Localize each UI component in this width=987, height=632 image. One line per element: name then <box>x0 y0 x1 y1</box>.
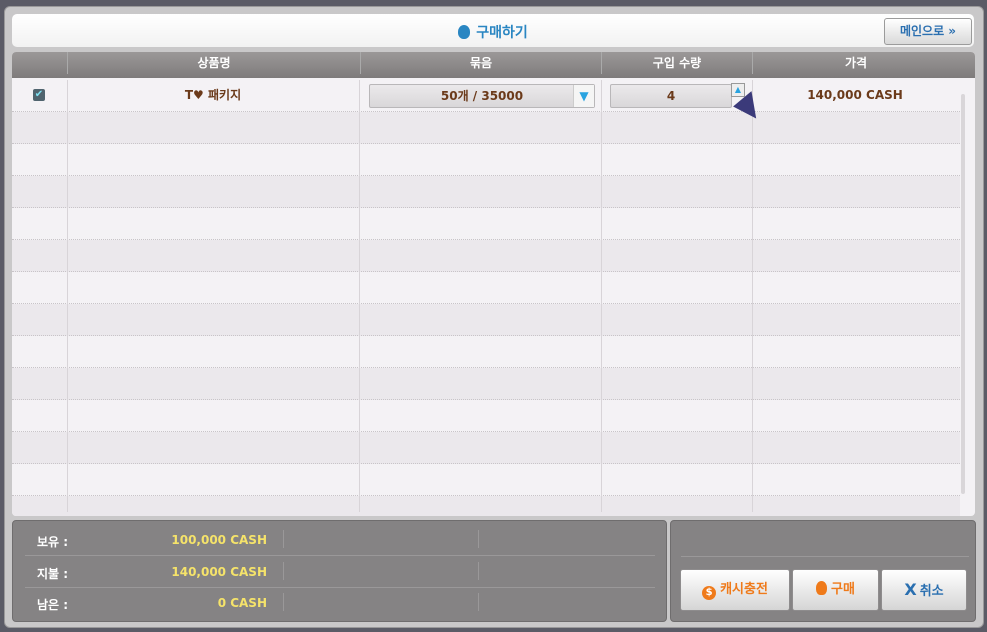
summary-payment: 지불 :140,000 CASH <box>25 556 655 588</box>
col-price: 가격 <box>752 52 959 74</box>
bundle-select[interactable]: 50개 / 35000 ▼ <box>369 84 595 108</box>
quantity-input[interactable]: 4 <box>610 84 732 108</box>
summary-panel: 보유 :100,000 CASH 지불 :140,000 CASH 남은 :0 … <box>12 520 667 622</box>
table-row <box>12 272 960 304</box>
table-row <box>12 336 960 368</box>
chevron-down-icon[interactable]: ▼ <box>573 85 594 107</box>
buy-button[interactable]: 구매 <box>792 569 879 611</box>
table-row <box>12 240 960 272</box>
table-row <box>12 176 960 208</box>
divider <box>752 80 753 512</box>
title-bar: 구매하기 메인으로 » <box>12 14 974 47</box>
divider <box>601 80 602 512</box>
table-row[interactable]: ✔ T♥ 패키지 50개 / 35000 ▼ 4 ▲ 140,000 CASH <box>12 80 960 112</box>
table-row <box>12 464 960 496</box>
item-checkbox[interactable]: ✔ <box>33 89 45 101</box>
page-title: 구매하기 <box>476 25 528 41</box>
bundle-value: 50개 / 35000 <box>440 89 524 103</box>
cancel-button[interactable]: X 취소 <box>881 569 967 611</box>
col-quantity: 구입 수량 <box>601 52 752 74</box>
table-row <box>12 304 960 336</box>
table-row <box>12 368 960 400</box>
cash-charge-button[interactable]: $ 캐시충전 <box>680 569 790 611</box>
table-row <box>12 432 960 464</box>
col-bundle: 묶음 <box>360 52 601 74</box>
table-header: 상품명 묶음 구입 수량 가격 <box>12 52 975 78</box>
dollar-coin-icon: $ <box>702 586 717 600</box>
main-button[interactable]: 메인으로 » <box>884 18 972 45</box>
product-table: 상품명 묶음 구입 수량 가격 ✔ T♥ 패키지 50개 / 35000 ▼ 4 … <box>12 52 975 516</box>
table-row <box>12 496 960 516</box>
divider <box>359 80 360 512</box>
divider <box>67 80 68 512</box>
money-bag-icon <box>458 25 471 39</box>
scrollbar[interactable] <box>961 94 965 494</box>
action-panel: $ 캐시충전 구매 X 취소 <box>670 520 976 622</box>
col-name: 상품명 <box>67 52 360 74</box>
summary-remaining: 남은 :0 CASH <box>25 587 655 618</box>
table-row <box>12 400 960 432</box>
money-bag-icon <box>816 581 828 595</box>
summary-owned: 보유 :100,000 CASH <box>25 524 655 556</box>
close-icon: X <box>904 580 917 599</box>
item-name: T♥ 패키지 <box>184 88 242 102</box>
table-rows: ✔ T♥ 패키지 50개 / 35000 ▼ 4 ▲ 140,000 CASH <box>12 80 960 516</box>
quantity-up-icon[interactable]: ▲ <box>731 83 745 97</box>
item-price: 140,000 CASH <box>807 88 903 102</box>
table-row <box>12 112 960 144</box>
table-row <box>12 208 960 240</box>
table-row <box>12 144 960 176</box>
